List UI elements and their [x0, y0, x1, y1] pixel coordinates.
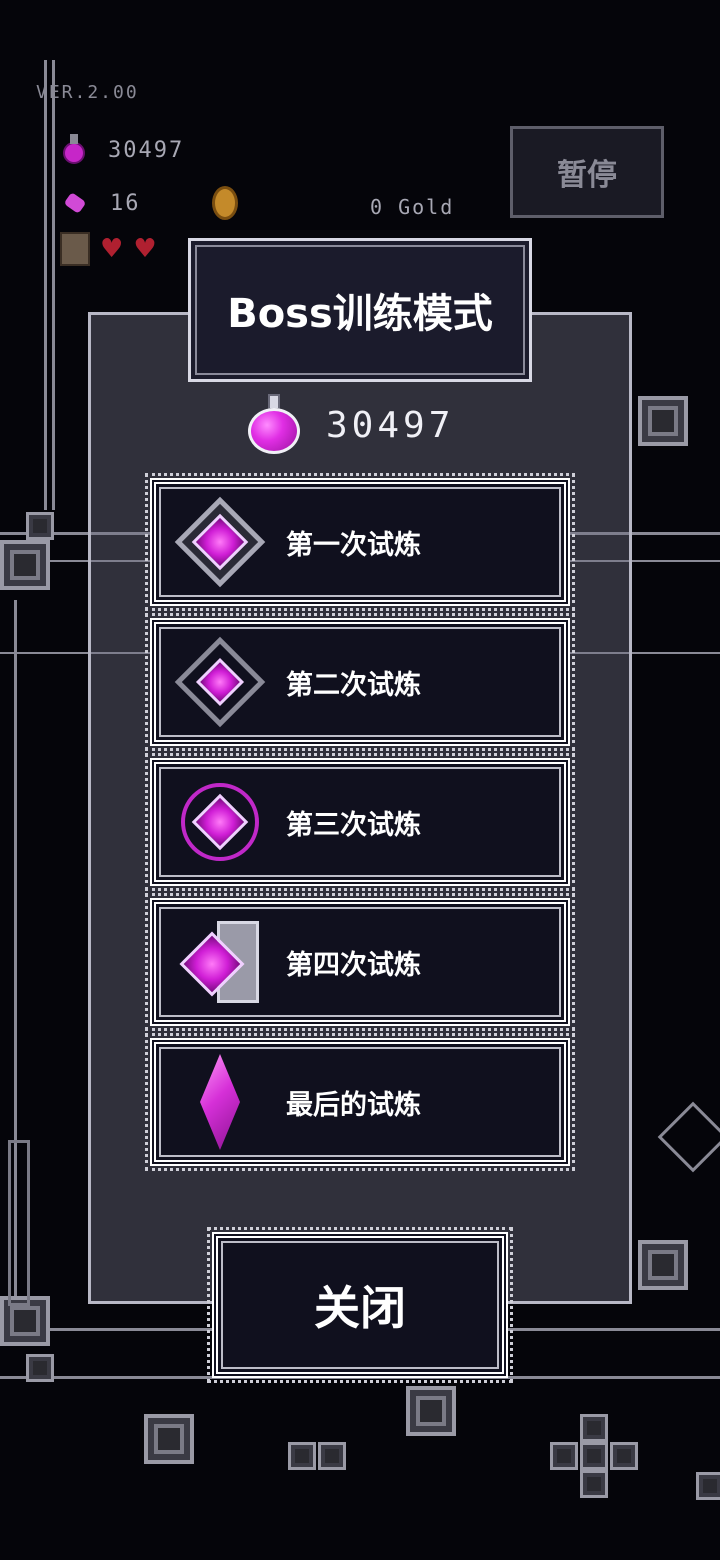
crystal-frame-pillar-icon — [170, 912, 270, 1012]
trial-label: 第二次试炼 — [286, 669, 421, 701]
bg-stone-block — [26, 1354, 54, 1382]
trial-button-4[interactable]: 第四次试炼 — [145, 893, 575, 1031]
bg-stone-block — [26, 512, 54, 540]
trial-button-final[interactable]: 最后的试炼 — [145, 1033, 575, 1171]
crystal-frame-square-icon — [170, 492, 270, 592]
bg-stone-block — [0, 540, 50, 590]
bg-stone-block — [550, 1442, 578, 1470]
trial-label: 第四次试炼 — [286, 949, 421, 981]
candy-counter: 16 — [60, 190, 141, 216]
bg-stone-block — [580, 1442, 608, 1470]
heart-icon: ♥ — [133, 234, 157, 264]
bg-stone-block — [580, 1470, 608, 1498]
modal-gem-counter: 30497 — [246, 394, 454, 456]
potion-icon — [60, 134, 88, 166]
character-portrait-icon — [60, 232, 90, 266]
bg-stone-block — [696, 1472, 720, 1500]
potion-icon — [246, 394, 302, 456]
bg-crystal-shrine — [657, 1101, 720, 1173]
trial-label: 第一次试炼 — [286, 529, 421, 561]
gem-count-value: 30497 — [108, 137, 185, 163]
modal-gem-count-value: 30497 — [326, 404, 455, 446]
crystal-frame-diamond-icon — [170, 632, 270, 732]
bg-spike-column — [8, 1140, 30, 1306]
bg-stone-block — [638, 1240, 688, 1290]
bg-stone-block — [288, 1442, 316, 1470]
close-button[interactable]: 关闭 — [207, 1227, 513, 1383]
version-label: VER.2.00 — [36, 82, 139, 103]
bg-stone-block — [638, 396, 688, 446]
bg-stone-block — [610, 1442, 638, 1470]
gold-coin-icon — [212, 186, 238, 220]
health-bar: ♥ ♥ — [60, 232, 157, 266]
pink-crystal-icon — [170, 1052, 270, 1152]
bg-stone-block — [318, 1442, 346, 1470]
modal-title: Boss训练模式 — [188, 238, 532, 382]
bg-stone-block — [580, 1414, 608, 1442]
gem-counter: 30497 — [60, 134, 184, 166]
crystal-frame-ring-icon — [170, 772, 270, 872]
trial-button-2[interactable]: 第二次试炼 — [145, 613, 575, 751]
bg-stone-block — [406, 1386, 456, 1436]
trial-button-1[interactable]: 第一次试炼 — [145, 473, 575, 611]
bg-stone-block — [144, 1414, 194, 1464]
trial-label: 第三次试炼 — [286, 809, 421, 841]
trial-label: 最后的试炼 — [286, 1089, 421, 1121]
gold-value: 0 Gold — [370, 195, 455, 219]
heart-icon: ♥ — [100, 234, 124, 264]
bg-wall-line — [52, 60, 55, 510]
candy-icon — [60, 190, 90, 216]
candy-count-value: 16 — [110, 190, 141, 216]
pause-button[interactable]: 暂停 — [510, 126, 664, 218]
trial-button-3[interactable]: 第三次试炼 — [145, 753, 575, 891]
bg-wall-line — [44, 60, 47, 510]
